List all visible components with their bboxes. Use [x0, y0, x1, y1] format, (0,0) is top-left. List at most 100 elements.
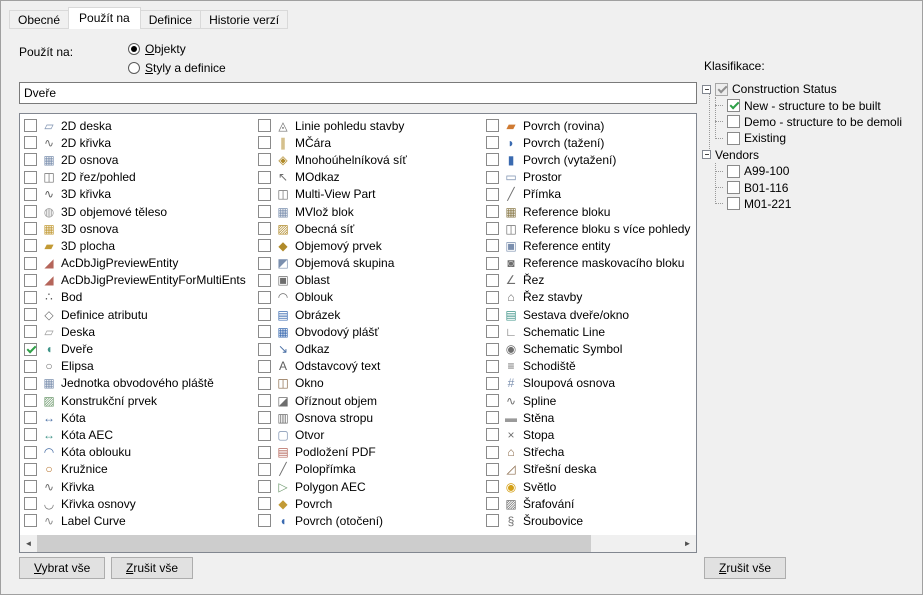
tree-collapse-icon[interactable] — [702, 84, 711, 94]
object-item-sloupova-osnova[interactable]: # Sloupová osnova — [486, 375, 696, 392]
tree-item-demo-structure-to-be-demoli[interactable]: Demo - structure to be demoli — [702, 114, 920, 130]
item-checkbox[interactable] — [24, 239, 37, 253]
item-checkbox[interactable] — [258, 325, 271, 339]
item-checkbox[interactable] — [486, 170, 499, 184]
object-item-obvodovy-plast[interactable]: ▦ Obvodový plášť — [258, 323, 484, 340]
item-checkbox[interactable] — [486, 394, 499, 408]
item-checkbox[interactable] — [24, 119, 37, 133]
item-checkbox[interactable] — [24, 394, 37, 408]
item-checkbox[interactable] — [24, 445, 37, 459]
item-checkbox[interactable] — [24, 462, 37, 476]
item-checkbox[interactable] — [486, 445, 499, 459]
object-item-reference-bloku[interactable]: ▦ Reference bloku — [486, 203, 696, 220]
item-checkbox[interactable] — [486, 342, 499, 356]
object-item-objemova-skupina[interactable]: ◩ Objemová skupina — [258, 255, 484, 272]
item-checkbox[interactable] — [486, 187, 499, 201]
object-item-spline[interactable]: ∿ Spline — [486, 392, 696, 409]
item-checkbox[interactable] — [24, 342, 37, 356]
object-item-3d-objemove-teleso[interactable]: ◍ 3D objemové těleso — [24, 203, 250, 220]
tab-historie-verzi[interactable]: Historie verzí — [200, 10, 289, 29]
object-item-jednotka-obvodoveho-plaste[interactable]: ▦ Jednotka obvodového pláště — [24, 375, 250, 392]
object-item-mvloz-blok[interactable]: ▦ MVlož blok — [258, 203, 484, 220]
item-checkbox[interactable] — [258, 480, 271, 494]
item-checkbox[interactable] — [258, 411, 271, 425]
object-item-srafovani[interactable]: ▨ Šrafování — [486, 495, 696, 512]
tree-checkbox[interactable] — [727, 197, 740, 211]
object-item-deska[interactable]: ▱ Deska — [24, 323, 250, 340]
item-checkbox[interactable] — [258, 514, 271, 528]
tree-item-vendors[interactable]: Vendors — [702, 147, 920, 163]
item-checkbox[interactable] — [486, 411, 499, 425]
item-checkbox[interactable] — [258, 359, 271, 373]
object-item-sestava-dvere-okno[interactable]: ▤ Sestava dveře/okno — [486, 306, 696, 323]
tree-checkbox[interactable] — [727, 115, 740, 129]
object-item-povrch-vytazeni[interactable]: ▮ Povrch (vytažení) — [486, 151, 696, 168]
tree-item-m01-221[interactable]: M01-221 — [702, 196, 920, 212]
item-checkbox[interactable] — [258, 308, 271, 322]
object-item-povrch-rovina[interactable]: ▰ Povrch (rovina) — [486, 117, 696, 134]
object-item-oriznout-objem[interactable]: ◪ Oříznout objem — [258, 392, 484, 409]
scroll-left-icon[interactable]: ◄ — [20, 535, 37, 552]
object-item-schematic-symbol[interactable]: ◉ Schematic Symbol — [486, 340, 696, 357]
item-checkbox[interactable] — [486, 290, 499, 304]
item-checkbox[interactable] — [24, 205, 37, 219]
object-type-list[interactable]: ▱ 2D deska ∿ 2D křivka ▦ 2D osnova ◫ 2D řez/poh… — [19, 113, 697, 553]
scrollbar-thumb[interactable] — [37, 535, 591, 552]
deselect-all-button[interactable]: Zrušit vše — [111, 557, 194, 579]
object-item-kruznice[interactable]: ○ Kružnice — [24, 461, 250, 478]
tree-item-a99-100[interactable]: A99-100 — [702, 163, 920, 179]
item-checkbox[interactable] — [258, 428, 271, 442]
object-item-mnohouhelnikova-sit[interactable]: ◈ Mnohoúhelníková síť — [258, 151, 484, 168]
tree-checkbox[interactable] — [727, 181, 740, 195]
item-checkbox[interactable] — [486, 153, 499, 167]
item-checkbox[interactable] — [258, 462, 271, 476]
object-item-povrch-otoceni[interactable]: ◖ Povrch (otočení) — [258, 512, 484, 529]
object-item-obrazek[interactable]: ▤ Obrázek — [258, 306, 484, 323]
object-item-reference-bloku-s-vice-pohledy[interactable]: ◫ Reference bloku s více pohledy — [486, 220, 696, 237]
item-checkbox[interactable] — [24, 497, 37, 511]
object-item-linie-pohledu-stavby[interactable]: ◬ Linie pohledu stavby — [258, 117, 484, 134]
item-checkbox[interactable] — [486, 222, 499, 236]
object-item-odkaz[interactable]: ↘ Odkaz — [258, 340, 484, 357]
item-checkbox[interactable] — [258, 342, 271, 356]
tree-collapse-icon[interactable] — [702, 150, 711, 160]
object-item-kota-oblouku[interactable]: ◠ Kóta oblouku — [24, 444, 250, 461]
object-item-2d-deska[interactable]: ▱ 2D deska — [24, 117, 250, 134]
tab-pouzit-na[interactable]: Použít na — [68, 7, 141, 29]
tree-checkbox[interactable] — [727, 99, 740, 113]
item-checkbox[interactable] — [486, 376, 499, 390]
object-item-otvor[interactable]: ▢ Otvor — [258, 426, 484, 443]
object-item-konstrukcni-prvek[interactable]: ▨ Konstrukční prvek — [24, 392, 250, 409]
item-checkbox[interactable] — [24, 170, 37, 184]
tree-item-new-structure-to-be-built[interactable]: New - structure to be built — [702, 97, 920, 113]
item-checkbox[interactable] — [258, 153, 271, 167]
radio-button-icon[interactable] — [128, 42, 140, 55]
item-checkbox[interactable] — [486, 428, 499, 442]
tree-checkbox[interactable] — [727, 131, 740, 145]
object-item-rez-stavby[interactable]: ⌂ Řez stavby — [486, 289, 696, 306]
item-checkbox[interactable] — [486, 514, 499, 528]
item-checkbox[interactable] — [258, 273, 271, 287]
item-checkbox[interactable] — [258, 239, 271, 253]
object-item-poloprimka[interactable]: ╱ Polopřímka — [258, 461, 484, 478]
item-checkbox[interactable] — [258, 205, 271, 219]
object-item-reference-entity[interactable]: ▣ Reference entity — [486, 237, 696, 254]
item-checkbox[interactable] — [258, 136, 271, 150]
item-checkbox[interactable] — [258, 445, 271, 459]
object-item-obecna-sit[interactable]: ▨ Obecná síť — [258, 220, 484, 237]
classification-deselect-all-button[interactable]: Zrušit vše — [704, 557, 787, 579]
object-item-krivka[interactable]: ∿ Křivka — [24, 478, 250, 495]
object-item-reference-maskovaciho-bloku[interactable]: ◙ Reference maskovacího bloku — [486, 255, 696, 272]
object-item-sroubovice[interactable]: § Šroubovice — [486, 512, 696, 529]
object-item-podlozeni-pdf[interactable]: ▤ Podložení PDF — [258, 444, 484, 461]
item-checkbox[interactable] — [258, 222, 271, 236]
item-checkbox[interactable] — [486, 205, 499, 219]
object-item-odstavcovy-text[interactable]: A Odstavcový text — [258, 358, 484, 375]
object-item-polygon-aec[interactable]: ▷ Polygon AEC — [258, 478, 484, 495]
item-checkbox[interactable] — [24, 359, 37, 373]
object-item-schematic-line[interactable]: ∟ Schematic Line — [486, 323, 696, 340]
tab-definice[interactable]: Definice — [139, 10, 202, 29]
item-checkbox[interactable] — [24, 136, 37, 150]
object-item-primka[interactable]: ╱ Přímka — [486, 186, 696, 203]
item-checkbox[interactable] — [258, 497, 271, 511]
